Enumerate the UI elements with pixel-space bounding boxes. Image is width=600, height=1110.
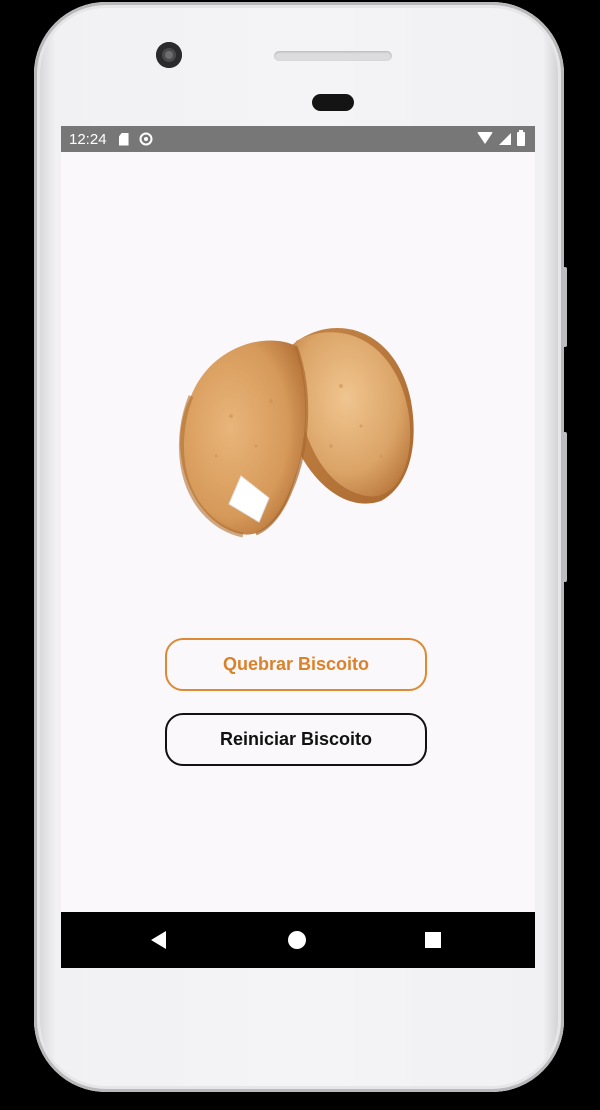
power-button (562, 267, 567, 347)
earpiece-speaker (274, 51, 392, 61)
sync-icon (139, 132, 153, 146)
status-bar: 12:24 (61, 126, 535, 152)
proximity-sensor (312, 94, 354, 111)
status-time: 12:24 (69, 130, 107, 148)
reset-cookie-button[interactable]: Reiniciar Biscoito (165, 713, 427, 766)
back-icon[interactable] (151, 931, 166, 949)
home-icon[interactable] (288, 931, 306, 949)
signal-icon (499, 133, 511, 145)
front-camera (156, 42, 182, 68)
wifi-icon (477, 132, 493, 144)
break-cookie-button[interactable]: Quebrar Biscoito (165, 638, 427, 691)
app-screen: 12:24 Quebrar Biscoito Reiniciar Biscoit… (61, 126, 535, 968)
fortune-cookie-image[interactable] (171, 306, 421, 546)
sd-card-icon (118, 132, 129, 146)
recents-icon[interactable] (425, 932, 441, 948)
battery-icon (517, 130, 525, 146)
navigation-bar (61, 912, 535, 968)
volume-button (562, 432, 567, 582)
